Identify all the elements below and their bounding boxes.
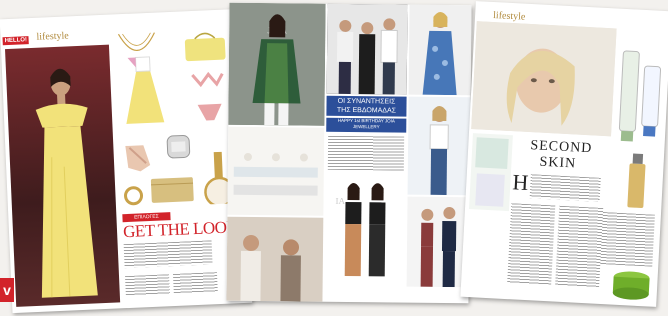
- product-captions: [600, 212, 655, 267]
- ring-icon: [124, 186, 144, 206]
- cream-tube-icon: [618, 50, 662, 142]
- hello-logo: HELLO!: [2, 36, 30, 46]
- bikini-icon: [191, 71, 224, 121]
- body-text-col2: [555, 205, 604, 288]
- photo-couple: [406, 196, 470, 288]
- section-title: lifestyle: [36, 30, 69, 43]
- product-grid: [117, 32, 235, 208]
- credits-left: [125, 274, 170, 297]
- magazine-page-get-the-look: HELLO! lifestyle ΕΠΙΛΟΓΕΣ GET THE LOOK!: [0, 8, 253, 314]
- model-figure: [35, 68, 98, 298]
- magazine-page-second-skin: lifestyle SECOND SKIN H: [460, 1, 668, 307]
- clutch-icon: [150, 177, 194, 203]
- body-text-col1: [507, 203, 556, 286]
- product-box-photo: [468, 133, 513, 212]
- events-body-text: [327, 135, 405, 171]
- cream-jar-icon: [612, 271, 650, 300]
- handbag-icon: [184, 32, 226, 62]
- photo-woman-floral: [408, 4, 472, 96]
- body-text: [123, 240, 213, 269]
- photo-woman-kimono: JOIA: [228, 2, 326, 126]
- dress-icon: [126, 56, 165, 124]
- dropcap: H: [511, 169, 529, 196]
- model-photo: [5, 44, 121, 307]
- photo-group-three: [326, 3, 408, 95]
- section-title-p3: lifestyle: [492, 10, 526, 23]
- photo-two-women: IA: [324, 175, 406, 287]
- cuff-icon: [166, 134, 191, 159]
- magazine-page-events: JOIA ΟΙ ΣΥΝΑΝΤΗΣΕΙΣ ΤΗΣ ΕΒΔΟΜΑΔΑΣ HAPPY …: [226, 2, 472, 304]
- headline-line2: SKIN: [539, 154, 577, 172]
- joia-watermark-2: IA: [335, 196, 345, 206]
- photo-woman-jeans: [407, 96, 471, 196]
- credits-right: [172, 272, 218, 295]
- sandal-icon: [125, 145, 151, 172]
- photo-blonde-woman: [471, 21, 617, 137]
- events-box-title: ΟΙ ΣΥΝΑΝΤΗΣΕΙΣ ΤΗΣ ΕΒΔΟΜΑΔΑΣ: [326, 95, 407, 117]
- intro-text: [529, 174, 601, 202]
- events-subtitle: HAPPY 1st BIRTHDAY JOIA JEWELLERY: [326, 117, 407, 133]
- events-title-line2: ΤΗΣ ΕΒΔΟΜΑΔΑΣ: [336, 106, 397, 115]
- photo-jewellery-display: [227, 126, 325, 216]
- photo-guests: [226, 216, 324, 302]
- corner-tab: v: [0, 278, 14, 302]
- serum-bottle-icon: [627, 153, 646, 209]
- necklace-icon: [117, 32, 155, 51]
